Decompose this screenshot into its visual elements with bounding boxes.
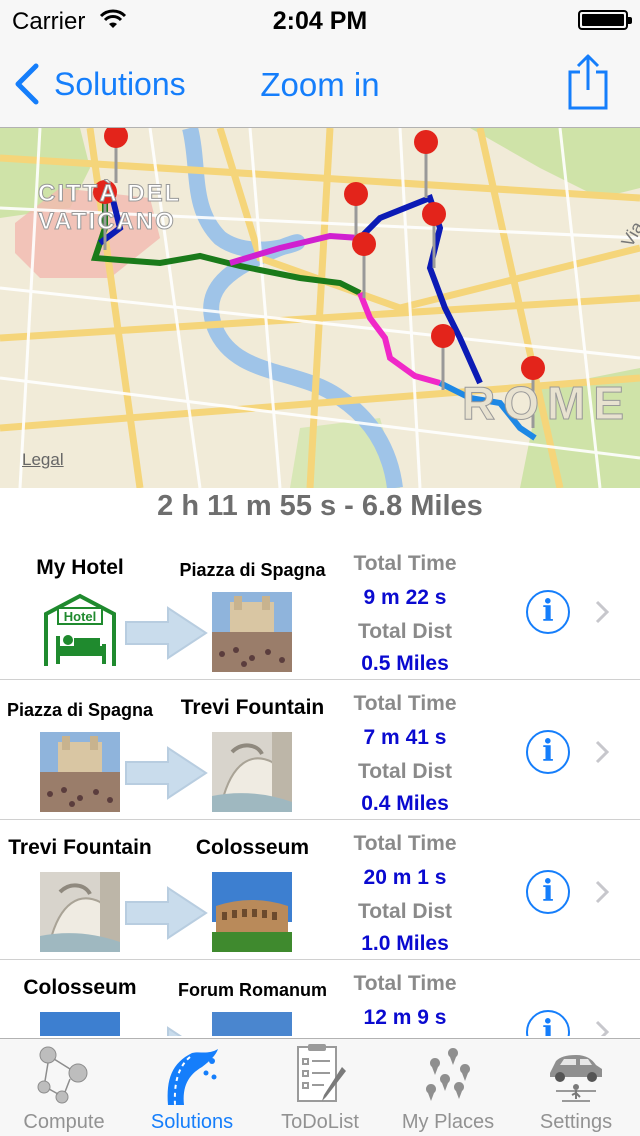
map-label-citta: CITTÀ DEL <box>37 180 182 208</box>
leg-from-name: Colosseum <box>23 976 137 999</box>
zoom-in-button[interactable]: Zoom in <box>260 66 379 103</box>
tab-solutions-label: Solutions <box>150 1111 234 1133</box>
info-icon[interactable]: i <box>526 590 570 634</box>
info-icon[interactable]: i <box>526 870 570 914</box>
chevron-right-icon <box>595 600 610 624</box>
spanish-steps-image <box>40 732 120 812</box>
my-places-icon <box>426 1048 470 1101</box>
settings-icon <box>550 1055 602 1102</box>
spanish-steps-image <box>212 592 292 672</box>
chevron-right-icon <box>595 740 610 764</box>
leg-row[interactable]: Colosseum Forum Romanum Total Time 12 m … <box>0 960 640 1036</box>
info-icon[interactable]: i <box>526 1010 570 1036</box>
map-label-rome: ROME <box>462 377 632 430</box>
tab-settings[interactable]: Settings <box>512 1039 640 1136</box>
todolist-icon <box>297 1044 346 1102</box>
leg-row[interactable]: Trevi Fountain Colosseum Total Time 20 m… <box>0 820 640 960</box>
total-dist-value: 0.5 Miles <box>361 652 449 675</box>
legs-list[interactable]: My Hotel Piazza di Spagna Hotel Total Ti… <box>0 540 640 1036</box>
battery-icon <box>578 10 632 30</box>
arrow-right-icon <box>125 746 208 800</box>
leg-to-name: Piazza di Spagna <box>179 560 326 580</box>
total-time-value: 20 m 1 s <box>363 866 447 889</box>
legal-link[interactable]: Legal <box>22 450 64 470</box>
leg-to-name: Colosseum <box>195 836 310 859</box>
back-button[interactable]: Solutions <box>14 62 186 106</box>
total-dist-label: Total Dist <box>357 620 453 643</box>
navigation-bar: Solutions Zoom in <box>0 40 640 128</box>
leg-to-name: Forum Romanum <box>177 980 327 1000</box>
hotel-sign-text: Hotel <box>64 609 97 624</box>
hotel-image: Hotel <box>40 592 120 672</box>
tab-my-places-label: My Places <box>401 1111 495 1133</box>
tab-todolist[interactable]: ToDoList <box>256 1039 384 1136</box>
total-time-value: 12 m 9 s <box>363 1006 447 1029</box>
leg-row[interactable]: My Hotel Piazza di Spagna Hotel Total Ti… <box>0 540 640 680</box>
total-time-label: Total Time <box>353 552 457 575</box>
colosseum-image <box>212 872 292 952</box>
leg-from-name: Trevi Fountain <box>8 836 152 859</box>
total-dist-value: 1.0 Miles <box>361 932 449 955</box>
leg-to-name: Trevi Fountain <box>180 696 325 719</box>
info-icon[interactable]: i <box>526 730 570 774</box>
route-map[interactable]: CITTÀ DEL VATICANO ROME Via Legal <box>0 128 640 488</box>
total-time-label: Total Time <box>353 972 457 995</box>
leg-from-name: My Hotel <box>36 556 124 579</box>
total-time-value: 7 m 41 s <box>363 726 447 749</box>
total-time-label: Total Time <box>353 692 457 715</box>
total-dist-value: 0.4 Miles <box>361 792 449 815</box>
colosseum-image <box>40 1012 120 1036</box>
total-time-value: 9 m 22 s <box>363 586 447 609</box>
trevi-fountain-image <box>212 732 292 812</box>
arrow-right-icon <box>125 886 208 940</box>
share-icon[interactable] <box>566 54 610 110</box>
status-time: 2:04 PM <box>272 7 368 35</box>
forum-romanum-image <box>212 1012 292 1036</box>
trevi-fountain-image <box>40 872 120 952</box>
leg-from-name: Piazza di Spagna <box>6 700 154 720</box>
route-summary: 2 h 11 m 55 s - 6.8 Miles <box>157 490 483 522</box>
tab-my-places[interactable]: My Places <box>384 1039 512 1136</box>
total-time-label: Total Time <box>353 832 457 855</box>
tab-solutions[interactable]: Solutions <box>128 1039 256 1136</box>
arrow-right-icon <box>125 606 208 660</box>
chevron-right-icon <box>595 1020 610 1036</box>
back-button-label: Solutions <box>54 65 186 102</box>
chevron-left-icon <box>15 63 39 105</box>
arrow-right-icon <box>167 1026 182 1036</box>
chevron-right-icon <box>595 880 610 904</box>
tab-todolist-label: ToDoList <box>281 1111 359 1133</box>
map-label-vaticano: VATICANO <box>38 208 176 236</box>
total-dist-label: Total Dist <box>357 760 453 783</box>
total-dist-label: Total Dist <box>357 900 453 923</box>
tab-compute-label: Compute <box>23 1111 105 1133</box>
tab-bar: Compute Solutions ToDoList My Places Set… <box>0 1038 640 1136</box>
solutions-icon <box>167 1049 218 1106</box>
tab-compute[interactable]: Compute <box>0 1039 128 1136</box>
compute-icon <box>37 1046 88 1104</box>
status-bar: Carrier 2:04 PM <box>0 0 640 40</box>
leg-row[interactable]: Piazza di Spagna Trevi Fountain Total Ti… <box>0 680 640 820</box>
tab-settings-label: Settings <box>539 1111 613 1133</box>
